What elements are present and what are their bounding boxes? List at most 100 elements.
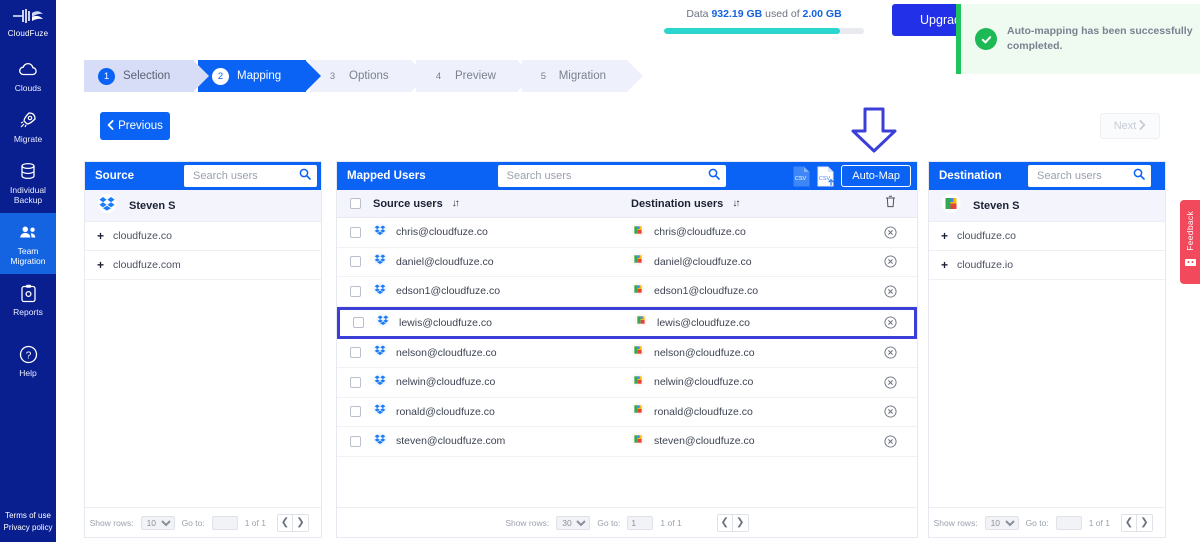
remove-mapping-icon[interactable] [883,405,897,418]
source-users-column-header[interactable]: Source users ↓↑ [373,198,631,210]
remove-mapping-icon[interactable] [883,316,897,329]
remove-mapping-icon[interactable] [883,255,897,268]
destination-user-email: steven@cloudfuze.co [654,435,755,448]
toast-message: Auto-mapping has been successfully compl… [1007,25,1193,52]
table-row[interactable]: steven@cloudfuze.com steven@cloudfuze.co [337,427,917,457]
source-search-input[interactable] [193,170,295,182]
table-row[interactable]: daniel@cloudfuze.co daniel@cloudfuze.co [337,248,917,277]
source-goto-input[interactable] [211,515,238,530]
destination-account-row[interactable]: Steven S [929,190,1165,222]
destination-users-header-label: Destination users [631,197,724,210]
row-checkbox[interactable] [349,285,361,297]
remove-mapping-icon[interactable] [883,435,897,448]
database-icon [18,161,38,181]
row-checkbox[interactable] [349,435,361,447]
source-rows-select[interactable]: 10 [140,515,175,530]
remove-mapping-icon[interactable] [883,226,897,239]
prev-page-icon[interactable]: ❮ [278,514,293,531]
table-row[interactable]: ronald@cloudfuze.co ronald@cloudfuze.co [337,398,917,427]
source-pager[interactable]: ❮ ❯ [277,513,309,532]
source-user-cell: ronald@cloudfuze.co [373,402,631,421]
row-checkbox[interactable] [349,347,361,359]
destination-user-email: ronald@cloudfuze.co [654,405,753,418]
step-label: Options [349,70,389,82]
row-checkbox[interactable] [349,226,361,238]
table-row[interactable]: chris@cloudfuze.co chris@cloudfuze.co [337,218,917,248]
sidebar-item-help[interactable]: ? Help [0,335,56,386]
terms-of-use-link[interactable]: Terms of use [0,510,56,522]
sidebar-item-migrate[interactable]: Migrate [0,101,56,152]
row-checkbox[interactable] [349,256,361,268]
next-page-icon[interactable]: ❯ [293,515,308,531]
trash-icon[interactable] [885,195,896,213]
destination-domain-row[interactable]: + cloudfuze.io [929,251,1165,280]
remove-mapping-icon[interactable] [883,376,897,389]
google-drive-icon [634,313,648,332]
source-domain-row[interactable]: + cloudfuze.co [85,222,321,251]
mapped-pager[interactable]: ❮ ❯ [716,513,749,532]
table-row[interactable]: edson1@cloudfuze.co edson1@cloudfuze.co [337,277,917,307]
next-page-icon[interactable]: ❯ [733,515,748,531]
mapped-goto-input[interactable] [627,515,654,530]
destination-goto-input[interactable] [1055,515,1082,530]
step-preview[interactable]: 4 Preview [416,60,533,92]
step-number: 2 [212,67,229,85]
csv-download-icon[interactable]: CSV [793,165,813,187]
source-panel-title: Source [95,170,134,182]
remove-mapping-icon[interactable] [883,285,897,298]
users-icon [18,222,38,242]
row-action-cell [863,405,917,418]
destination-rows-select[interactable]: 10 [984,515,1019,530]
destination-search-box[interactable] [1028,165,1151,187]
mapped-panel-footer: Show rows: 30 Go to: 1 of 1 ❮ ❯ [337,507,917,537]
mapped-search-input[interactable] [506,170,704,182]
destination-users-column-header[interactable]: Destination users ↓↑ [631,198,863,210]
search-icon[interactable] [708,167,720,185]
sidebar-item-team-migration[interactable]: Team Migration [0,213,56,274]
step-selection[interactable]: 1 Selection [84,60,209,92]
privacy-policy-link[interactable]: Privacy policy [0,522,56,534]
source-user-cell: edson1@cloudfuze.co [373,282,631,301]
mapped-search-box[interactable] [497,165,726,187]
row-checkbox[interactable] [352,317,364,328]
auto-mapping-toast: Auto-mapping has been successfully compl… [956,4,1200,74]
feedback-tab[interactable]: Feedback [1180,200,1200,284]
step-migration[interactable]: 5 Migration [522,60,643,92]
step-options[interactable]: 3 Options [310,60,427,92]
sort-icon[interactable]: ↓↑ [452,198,460,209]
prev-page-icon[interactable]: ❮ [718,514,733,531]
source-search-box[interactable] [184,165,317,187]
source-domain-row[interactable]: + cloudfuze.com [85,251,321,280]
search-icon[interactable] [299,167,311,185]
google-drive-icon [631,252,645,271]
table-row[interactable]: lewis@cloudfuze.co lewis@cloudfuze.co [337,306,917,339]
mapped-rows-select[interactable]: 30 [556,515,591,530]
row-checkbox[interactable] [349,406,361,418]
feedback-label: Feedback [1185,210,1195,251]
sidebar-item-reports[interactable]: Reports [0,274,56,325]
select-all-checkbox[interactable] [349,198,361,209]
search-icon[interactable] [1133,167,1145,185]
auto-map-button[interactable]: Auto-Map [841,165,911,187]
destination-search-input[interactable] [1037,170,1129,182]
previous-button[interactable]: Previous [100,112,170,140]
table-row[interactable]: nelwin@cloudfuze.co nelwin@cloudfuze.co [337,368,917,398]
next-button[interactable]: Next [1100,113,1160,139]
csv-upload-icon[interactable]: CSV [817,165,837,187]
sidebar-item-individual-backup[interactable]: Individual Backup [0,152,56,213]
row-checkbox[interactable] [349,376,361,388]
remove-mapping-icon[interactable] [883,346,897,359]
table-row[interactable]: nelson@cloudfuze.co nelson@cloudfuze.co [337,339,917,368]
sidebar-item-clouds[interactable]: Clouds [0,50,56,101]
sort-icon[interactable]: ↓↑ [732,198,740,209]
destination-pager[interactable]: ❮ ❯ [1121,513,1153,532]
data-usage-progress-track [664,28,864,34]
next-page-icon[interactable]: ❯ [1137,515,1152,531]
step-mapping[interactable]: 2 Mapping [198,60,321,92]
delete-column-header[interactable] [863,195,917,213]
source-account-row[interactable]: Steven S [85,190,321,222]
prev-page-icon[interactable]: ❮ [1122,514,1137,531]
mapped-users-header: Mapped Users CSV [337,162,917,190]
destination-domain-row[interactable]: + cloudfuze.co [929,222,1165,251]
brand[interactable]: CloudFuze [8,6,49,38]
